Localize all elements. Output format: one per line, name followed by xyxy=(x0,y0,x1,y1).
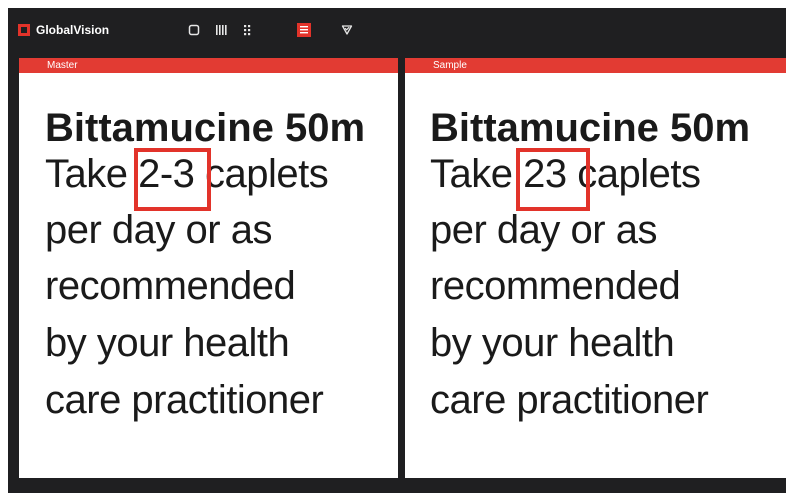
toolbar: GlobalVision xyxy=(8,8,786,54)
sample-dosage-line: Take 23 caplets xyxy=(430,147,701,211)
panel-icon[interactable] xyxy=(184,20,204,40)
sample-pane-label: Sample xyxy=(433,60,467,71)
brand-name: GlobalVision xyxy=(36,23,110,37)
master-pane[interactable]: Master Bittamucine 50m Take 2-3 caplets … xyxy=(19,58,398,478)
master-line-5: care practitioner xyxy=(45,378,324,422)
sample-document: Bittamucine 50m Take 23 caplets per day … xyxy=(405,73,786,478)
columns-icon[interactable] xyxy=(211,20,231,40)
sample-line-2: per day or as xyxy=(430,208,657,252)
master-diff-box xyxy=(134,148,212,211)
sample-line1-prefix: Take xyxy=(430,152,524,196)
master-line1-prefix: Take xyxy=(45,152,139,196)
text-compare-icon[interactable] xyxy=(297,23,311,37)
master-line-2: per day or as xyxy=(45,208,272,252)
sample-diff-highlight[interactable]: 23 xyxy=(516,147,591,211)
master-document: Bittamucine 50m Take 2-3 caplets per day… xyxy=(19,73,398,478)
master-product-title: Bittamucine 50m xyxy=(45,106,366,150)
app-window: GlobalVision Master Bittamucine 50m Take… xyxy=(8,8,786,493)
master-pane-label: Master xyxy=(47,60,78,71)
master-line-4: by your health xyxy=(45,321,290,365)
sample-diff-box xyxy=(516,148,591,211)
master-dosage-line: Take 2-3 caplets xyxy=(45,147,329,211)
sample-line-5: care practitioner xyxy=(430,378,709,422)
logo-mark-icon xyxy=(18,24,30,36)
master-line-3: recommended xyxy=(45,264,296,308)
sample-product-title: Bittamucine 50m xyxy=(430,106,751,150)
sample-pane-header: Sample xyxy=(405,58,786,73)
sample-line-3: recommended xyxy=(430,264,681,308)
sample-line-4: by your health xyxy=(430,321,675,365)
status-bar xyxy=(8,478,786,493)
shield-check-icon[interactable] xyxy=(337,20,357,40)
sample-pane[interactable]: Sample Bittamucine 50m Take 23 caplets p… xyxy=(405,58,786,478)
master-diff-highlight[interactable]: 2-3 xyxy=(134,147,212,211)
grid-icon[interactable] xyxy=(237,20,257,40)
master-line1-suffix: caplets xyxy=(194,152,329,196)
brand-logo: GlobalVision xyxy=(18,21,109,39)
master-pane-header: Master xyxy=(19,58,398,73)
